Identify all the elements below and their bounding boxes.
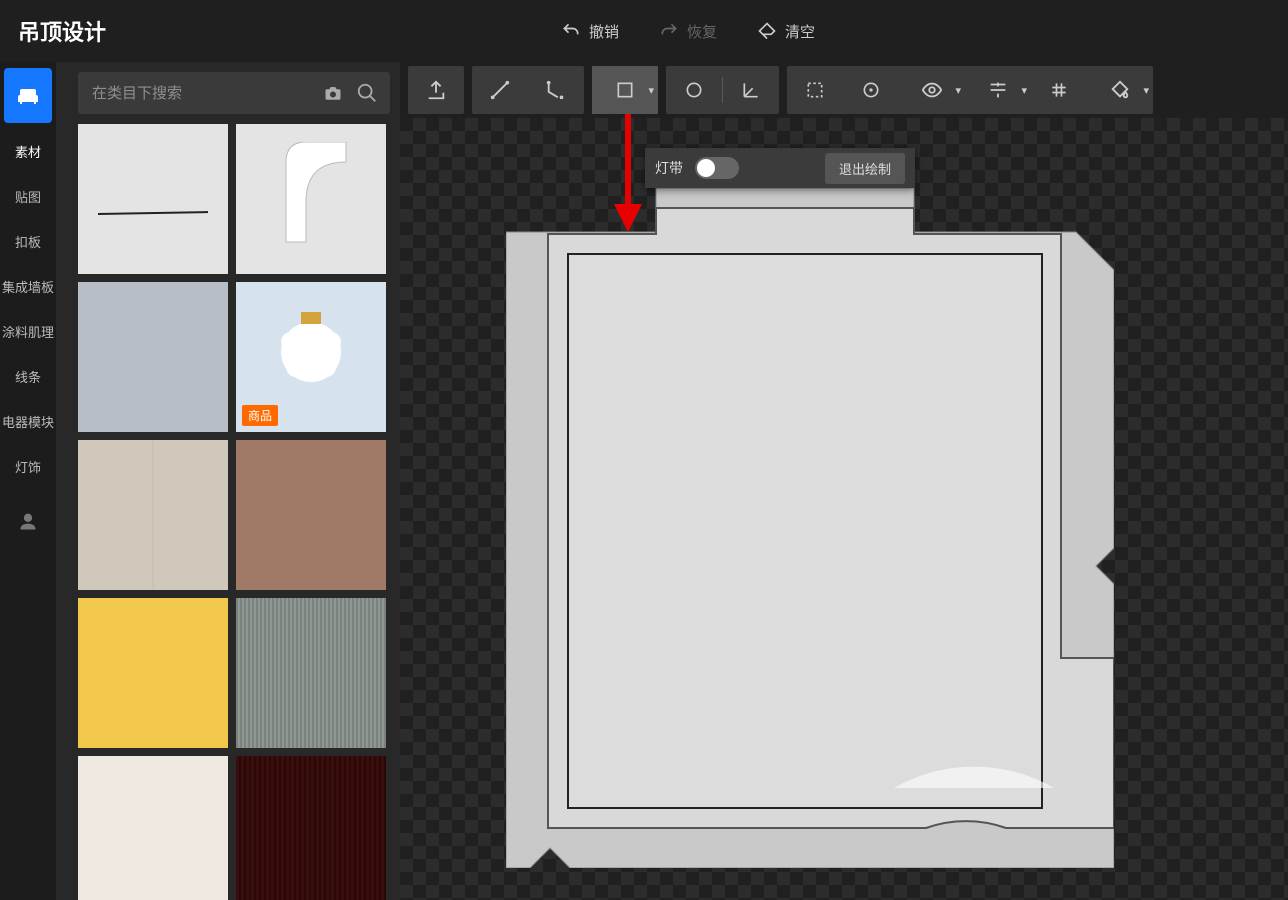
rail-tab-material[interactable]: 素材 [0, 129, 56, 174]
rail-tab-wallpanel[interactable]: 集成墙板 [0, 264, 56, 309]
select-tool-button[interactable] [787, 66, 843, 114]
material-thumb-cornice-molding[interactable] [236, 124, 386, 274]
redo-button[interactable]: 恢复 [659, 21, 717, 42]
angle-icon [741, 80, 761, 100]
rail-tab-texture[interactable]: 贴图 [0, 174, 56, 219]
rail-tab-appliance[interactable]: 电器模块 [0, 399, 56, 444]
draw-mode-bar: 灯带 退出绘制 [645, 148, 915, 188]
material-grid: 商品 [78, 124, 390, 900]
rail-tab-panel[interactable]: 扣板 [0, 219, 56, 264]
rail-tab-line[interactable]: 线条 [0, 354, 56, 399]
search-icon [356, 82, 378, 104]
rectangle-tool-button[interactable]: ▾ [592, 66, 658, 114]
app-title: 吊顶设计 [18, 15, 106, 47]
lightstrip-label: 灯带 [655, 158, 683, 178]
rail-tab-lighting[interactable]: 灯饰 [0, 444, 56, 489]
material-thumb-solid-yellow[interactable] [78, 598, 228, 748]
rail-user-button[interactable] [0, 499, 56, 544]
search-button[interactable] [350, 82, 384, 104]
rectangle-icon [615, 80, 635, 100]
material-thumb-ceiling-light[interactable]: 商品 [236, 282, 386, 432]
exit-draw-button[interactable]: 退出绘制 [825, 153, 905, 184]
user-icon [18, 512, 38, 532]
polyline-tool-button[interactable] [528, 66, 584, 114]
rail-main-button[interactable] [4, 68, 52, 123]
camera-button[interactable] [316, 84, 350, 102]
disc-icon [861, 80, 881, 100]
chevron-down-icon: ▾ [955, 84, 961, 97]
material-thumb-solid-cream[interactable] [78, 756, 228, 900]
chevron-down-icon: ▾ [1021, 84, 1027, 97]
align-tool-button[interactable]: ▾ [965, 66, 1031, 114]
canvas-toolbar: ▾ ▾ ▾ ▾ [400, 62, 1288, 118]
rail-tab-paint[interactable]: 涂料肌理 [0, 309, 56, 354]
line-icon [489, 79, 511, 101]
left-rail: 素材 贴图 扣板 集成墙板 涂料肌理 线条 电器模块 灯饰 [0, 62, 56, 900]
eye-icon [921, 79, 943, 101]
lightstrip-toggle[interactable] [695, 157, 739, 179]
clear-button[interactable]: 清空 [757, 21, 815, 42]
polyline-icon [545, 79, 567, 101]
chevron-down-icon: ▾ [648, 84, 654, 97]
grid-icon [1049, 80, 1069, 100]
search-bar [78, 72, 390, 114]
view-tool-button[interactable]: ▾ [899, 66, 965, 114]
search-input[interactable] [92, 85, 316, 102]
angle-tool-button[interactable] [723, 66, 779, 114]
undo-button[interactable]: 撤销 [561, 21, 619, 42]
line-tool-button[interactable] [472, 66, 528, 114]
select-icon [805, 80, 825, 100]
circle-tool-button[interactable] [666, 66, 722, 114]
material-thumb-plain-gray[interactable] [78, 282, 228, 432]
redo-icon [659, 21, 679, 41]
furniture-icon [16, 84, 40, 108]
undo-icon [561, 21, 581, 41]
material-thumb-striped-gray[interactable] [236, 598, 386, 748]
grid-tool-button[interactable] [1031, 66, 1087, 114]
room-plan [506, 188, 1114, 868]
circle-icon [684, 80, 704, 100]
material-panel: 商品 [56, 62, 400, 900]
material-thumb-trim-thin[interactable] [78, 124, 228, 274]
bucket-icon [1109, 79, 1131, 101]
material-thumb-solid-brown[interactable] [236, 440, 386, 590]
fill-tool-button[interactable]: ▾ [1087, 66, 1153, 114]
material-thumb-fabric-beige[interactable] [78, 440, 228, 590]
clear-icon [757, 21, 777, 41]
chevron-down-icon: ▾ [1143, 84, 1149, 97]
upload-button[interactable] [408, 66, 464, 114]
camera-icon [323, 84, 343, 102]
upload-icon [425, 79, 447, 101]
top-bar: 吊顶设计 撤销 恢复 清空 [0, 0, 1288, 62]
annotation-arrow [608, 114, 648, 234]
disc-tool-button[interactable] [843, 66, 899, 114]
material-thumb-wood-dark[interactable] [236, 756, 386, 900]
align-icon [987, 79, 1009, 101]
product-badge: 商品 [242, 405, 278, 426]
